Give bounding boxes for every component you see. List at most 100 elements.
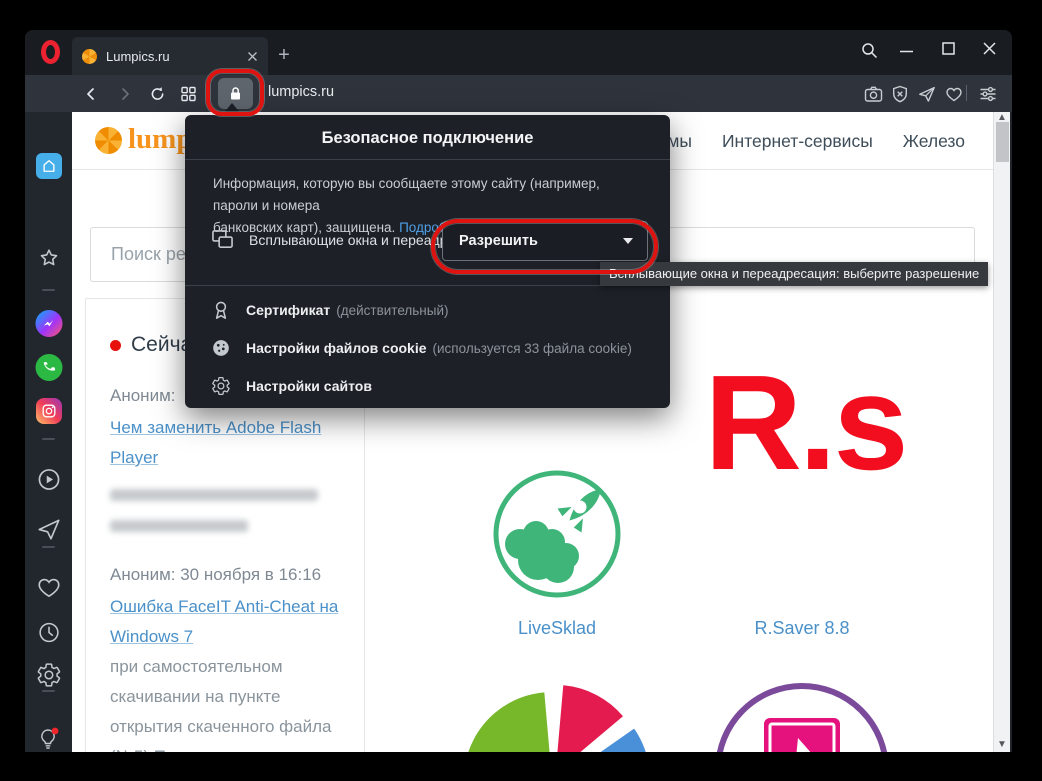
close-icon	[983, 42, 996, 55]
forward-icon	[122, 87, 129, 100]
comment-author: Аноним: 30 ноября в 16:16	[110, 565, 322, 584]
laptop-cursor-icon	[716, 683, 888, 752]
star-icon	[40, 249, 57, 266]
bookmark-page-button[interactable]	[945, 85, 963, 102]
opera-menu-icon[interactable]	[41, 40, 60, 64]
minimize-button[interactable]	[900, 50, 913, 53]
speed-dial-icon	[35, 153, 62, 179]
messenger-icon	[35, 310, 62, 337]
sidebar-personal-news-button[interactable]	[36, 575, 62, 599]
popup-title: Безопасное подключение	[321, 129, 534, 147]
sidebar-my-flow-button[interactable]	[36, 516, 62, 542]
sidebar-messenger-button[interactable]	[35, 310, 62, 337]
popup-divider	[185, 159, 670, 160]
my-flow-button[interactable]	[918, 85, 936, 103]
certificate-menu-item[interactable]: Сертификат (действительный)	[211, 295, 449, 325]
comment-text-line: скачивании на пункте	[110, 687, 281, 706]
live-dot-icon	[110, 339, 121, 351]
site-settings-menu-item[interactable]: Настройки сайтов	[211, 371, 372, 401]
tab-close-icon[interactable]	[247, 51, 258, 62]
maximize-button[interactable]	[942, 42, 955, 55]
maximize-icon	[942, 42, 955, 55]
minimize-icon	[900, 50, 913, 53]
sidebar-divider	[42, 546, 55, 548]
blurred-text	[110, 520, 248, 532]
browser-search-button[interactable]	[861, 42, 878, 59]
lumpics-logo-icon[interactable]	[95, 127, 122, 154]
sidebar-settings-button[interactable]	[36, 662, 62, 688]
cookies-label: Настройки файлов cookie	[246, 340, 427, 356]
tab-bar: Lumpics.ru +	[25, 30, 1012, 75]
cookies-detail: (используется 33 файла cookie)	[432, 340, 632, 356]
instagram-camera-icon	[42, 404, 55, 418]
app-tile-pie-chart[interactable]	[452, 684, 652, 752]
page-scrollbar[interactable]: ▲ ▼	[993, 112, 1010, 752]
clock-icon	[38, 622, 59, 643]
sidebar-instagram-button[interactable]	[35, 398, 62, 424]
tab-title: Lumpics.ru	[106, 48, 170, 64]
url-text[interactable]: lumpics.ru	[268, 84, 334, 100]
shield-x-icon	[893, 85, 907, 102]
search-icon	[862, 43, 878, 59]
app-label-rsaver[interactable]: R.Saver 8.8	[667, 618, 937, 639]
app-tile-laptop[interactable]	[702, 680, 912, 752]
comment-text-line: (№5) После загрузки запустите	[110, 742, 356, 752]
whatsapp-icon	[35, 354, 62, 381]
grid-icon	[181, 86, 196, 101]
forward-button[interactable]	[117, 86, 133, 102]
rsaver-logo[interactable]: R.s	[645, 355, 965, 490]
sidebar: •••	[25, 112, 72, 752]
comment-link[interactable]: Ошибка FaceIT Anti-Cheat на Windows 7	[110, 592, 340, 652]
reload-button[interactable]	[149, 85, 166, 102]
nav-item-internet-services[interactable]: Интернет-сервисы	[722, 131, 873, 152]
heart-icon	[946, 87, 962, 101]
sidebar-player-button[interactable]	[35, 466, 62, 493]
sidebar-divider	[42, 438, 55, 440]
easy-setup-button[interactable]	[979, 85, 997, 102]
tab-tiles-button[interactable]	[180, 85, 197, 102]
home-icon	[42, 160, 55, 172]
certificate-label: Сертификат	[246, 302, 331, 318]
phone-icon	[43, 361, 56, 371]
livesklad-rocket-icon	[493, 470, 621, 598]
sidebar-history-button[interactable]	[36, 620, 61, 645]
browser-window: Lumpics.ru + lumpics.ru lumpics Интернет…	[25, 30, 1012, 752]
scroll-down-arrow[interactable]: ▼	[997, 739, 1007, 750]
sliders-icon	[980, 86, 996, 101]
popup-divider	[185, 285, 670, 286]
close-window-button[interactable]	[983, 42, 996, 55]
snapshot-button[interactable]	[864, 85, 883, 102]
sidebar-whatsapp-button[interactable]	[35, 354, 62, 381]
pie-chart-icon	[468, 685, 646, 752]
blurred-text	[110, 489, 318, 501]
comment-link[interactable]: Чем заменить Adobe Flash Player	[110, 413, 340, 473]
comment-text-line: при самостоятельном	[110, 657, 283, 676]
bookmarks-button[interactable]	[36, 246, 61, 271]
scrollbar-thumb[interactable]	[996, 122, 1009, 162]
cookie-icon	[213, 340, 229, 356]
address-bar: lumpics.ru	[25, 75, 1012, 112]
new-tab-button[interactable]: +	[273, 44, 295, 66]
site-settings-label: Настройки сайтов	[246, 378, 372, 394]
heart-icon	[37, 578, 60, 598]
cookies-menu-item[interactable]: Настройки файлов cookie (используется 33…	[211, 333, 632, 363]
adblocker-button[interactable]	[891, 85, 909, 103]
gear-icon	[37, 663, 60, 687]
nav-item-hardware[interactable]: Железо	[903, 131, 965, 152]
app-tile-livesklad[interactable]	[490, 468, 624, 602]
back-button[interactable]	[83, 86, 99, 102]
sidebar-divider	[42, 289, 55, 291]
addressbar-separator	[966, 85, 967, 101]
instagram-icon	[35, 398, 62, 424]
paper-plane-icon	[919, 86, 935, 102]
certificate-detail: (действительный)	[336, 302, 449, 318]
app-label-livesklad[interactable]: LiveSklad	[422, 618, 692, 639]
messenger-bolt-icon	[43, 319, 53, 327]
sidebar-divider	[42, 690, 55, 692]
site-favicon-icon	[82, 48, 97, 64]
tooltip: Всплывающие окна и переадресация: выбери…	[600, 262, 989, 286]
speed-dial-button[interactable]	[35, 153, 62, 179]
annotation-ring-lock	[206, 69, 264, 116]
play-circle-icon	[38, 469, 59, 490]
sidebar-tips-button[interactable]	[35, 724, 63, 752]
